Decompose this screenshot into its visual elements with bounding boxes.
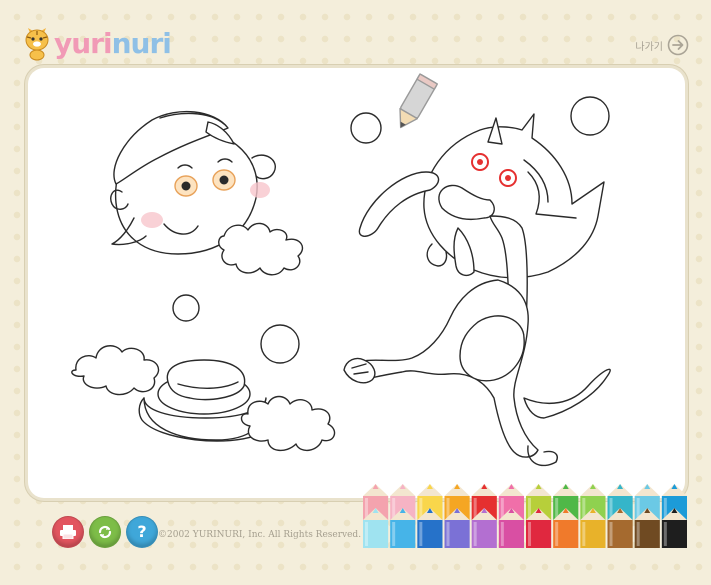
cloud-shape: [240, 395, 336, 451]
coloring-drawing[interactable]: [28, 68, 685, 498]
exit-button[interactable]: 나가기: [635, 34, 689, 56]
bubble-shape: [350, 112, 382, 144]
cat-outline: [343, 113, 611, 467]
crayon-palette[interactable]: [362, 484, 688, 548]
tiger-mascot-icon: [25, 28, 49, 61]
color-palette[interactable]: [362, 484, 688, 548]
copyright-text: ©2002 YURINURI, Inc. All Rights Reserved…: [158, 530, 362, 540]
print-button[interactable]: [52, 516, 84, 548]
cloud-shape: [218, 222, 304, 276]
exit-label: 나가기: [635, 41, 663, 53]
bubble-shape: [172, 294, 200, 322]
cloud-shape: [71, 345, 160, 396]
yurinuri-logo: yurinuri: [22, 26, 172, 62]
help-icon: ?: [137, 522, 147, 541]
refresh-icon: [98, 525, 112, 539]
toolbar: ?: [52, 516, 158, 548]
bubble-shape: [570, 96, 610, 136]
arrow-right-circle-icon: [667, 34, 689, 56]
printer-icon: [60, 525, 76, 539]
logo-text-yuri: yuri: [54, 27, 113, 60]
coloring-canvas[interactable]: [28, 68, 685, 498]
help-button[interactable]: ?: [126, 516, 158, 548]
reset-button[interactable]: [89, 516, 121, 548]
pencil-cursor-icon: [399, 73, 439, 129]
logo-text-nuri: nuri: [111, 27, 172, 60]
bubble-shape: [260, 324, 300, 364]
